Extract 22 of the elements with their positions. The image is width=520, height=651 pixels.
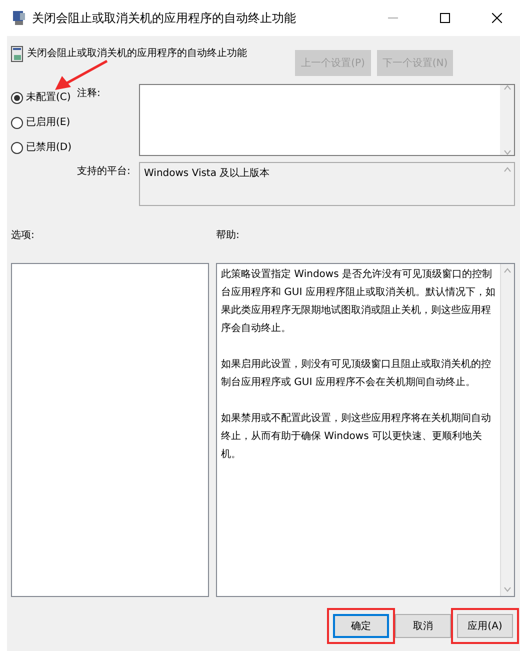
policy-title: 关闭会阻止或取消关机的应用程序的自动终止功能 [27,46,248,61]
radio-option[interactable]: 已启用(E) [11,115,77,130]
platform-label: 支持的平台: [77,164,132,179]
options-label: 选项: [11,230,34,241]
help-paragraph: 如果禁用或不配置此设置，则这些应用程序将在关机期间自动终止，从而有助于确保 Windows 可以更快速、更顺利地关机。 [221,412,492,462]
window-title: 关闭会阻止或取消关机的应用程序的自动终止功能 [32,10,297,27]
cancel-button[interactable]: 取消 [395,614,451,638]
radio-option[interactable]: 未配置(C) [11,90,77,105]
close-icon[interactable] [492,13,502,23]
radio-icon[interactable] [11,142,23,154]
help-label: 帮助: [216,230,240,241]
radio-option[interactable]: 已禁用(D) [11,140,77,155]
maximize-icon[interactable] [440,13,450,23]
app-icon [12,10,26,26]
policy-icon [11,46,23,62]
platform-value: Windows Vista 及以上版本 [143,166,271,181]
help-paragraph: 此策略设置指定 Windows 是否允许没有可见顶级窗口的控制台应用程序和 GUI 应用程序阻止或取消关机。默认情况下，如果此类应用程序无限期地试图取消或阻止关机，则这些应用程序会自动终止。 [221,268,496,336]
minimize-icon[interactable] [388,17,398,19]
help-paragraph: 如果启用此设置，则没有可见顶级窗口且阻止或取消关机的控制台应用程序或 GUI 应用程序不会在关机期间自动终止。 [221,358,492,390]
radio-icon[interactable] [11,116,23,128]
comment-label: 注释: [77,86,102,101]
radio-icon[interactable] [11,92,23,104]
